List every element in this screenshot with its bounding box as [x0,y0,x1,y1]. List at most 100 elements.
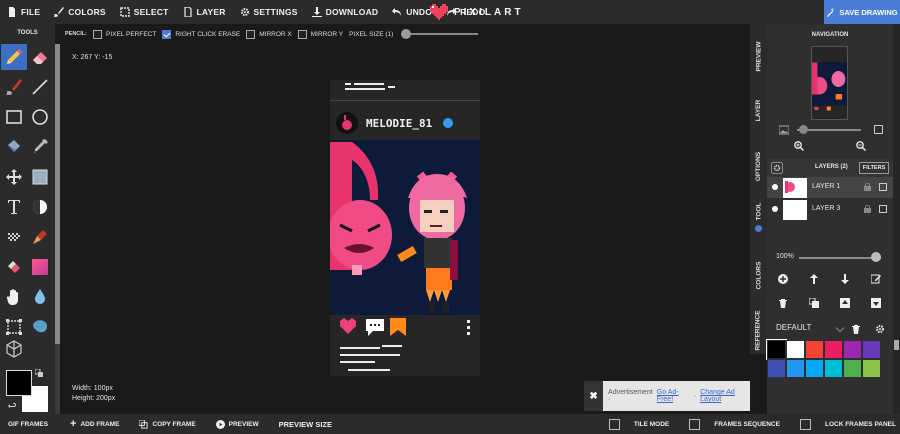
layer-select-checkbox[interactable] [879,183,887,191]
brand-logo[interactable]: PIXILART [430,0,524,24]
tool-cube-3d[interactable] [1,336,27,362]
add-layer-button[interactable] [776,272,790,286]
copy-frame-button[interactable]: COPY FRAME [129,419,205,429]
palette-swatch[interactable] [862,359,881,378]
right-click-erase-checkbox[interactable] [162,29,172,39]
pixel-size-slider-knob[interactable] [401,29,412,39]
frames-sequence-checkbox[interactable] [689,418,701,430]
layer-select-checkbox[interactable] [879,205,887,213]
tab-tool[interactable]: TOOL [750,200,767,222]
palette-swatch[interactable] [824,359,843,378]
layer-opacity-slider[interactable] [799,257,881,259]
filters-button[interactable]: FILTERS [859,162,889,174]
tool-lasso[interactable] [27,314,53,340]
mirror-x-option[interactable]: MIRROR X [246,29,292,39]
preview-size-select[interactable]: PREVIEW SIZE [269,420,342,429]
lock-icon[interactable] [863,183,872,191]
save-drawing-button[interactable]: SAVE DRAWING [824,0,900,24]
duplicate-layer-button[interactable] [807,296,821,310]
palette-name-select[interactable]: DEFAULT [776,323,811,332]
right-click-erase-option[interactable]: RIGHT CLICK ERASE [162,29,240,39]
primary-color-swatch[interactable] [6,370,32,396]
pixel-perfect-checkbox[interactable] [93,29,102,39]
swap-colors-icon[interactable] [35,369,43,377]
layer-visibility-toggle[interactable] [772,206,778,212]
go-ad-free-link[interactable]: Go Ad-Free! [657,389,690,403]
delete-layer-button[interactable] [776,296,790,310]
lock-icon[interactable] [863,205,872,213]
tool-line[interactable] [27,74,53,100]
chevron-down-icon[interactable] [835,323,845,333]
lock-frames-panel-option[interactable]: LOCK FRAMES PANEL [790,418,900,430]
navigation-fit-checkbox[interactable] [874,125,883,134]
tab-reference[interactable]: REFERENCE [750,306,767,354]
palette-swatch[interactable] [786,340,805,359]
tool-pencil[interactable] [1,44,27,70]
tab-preview[interactable]: PREVIEW [750,30,767,82]
palette-swatch[interactable] [805,359,824,378]
navigation-zoom-knob[interactable] [799,125,808,134]
palette-swatch[interactable] [843,340,862,359]
palette-swatch[interactable] [767,359,786,378]
edit-layer-button[interactable] [869,272,883,286]
move-layer-down-button[interactable] [838,272,852,286]
reset-colors-icon[interactable] [8,401,18,411]
gear-icon[interactable] [875,324,885,334]
palette-swatch[interactable] [843,359,862,378]
mirror-y-option[interactable]: MIRROR Y [297,29,343,39]
tool-gradient[interactable] [1,254,27,280]
palette-swatch[interactable] [786,359,805,378]
layer-settings-button[interactable] [771,162,783,174]
zoom-out-icon[interactable] [856,141,866,151]
tile-mode-checkbox[interactable] [608,418,620,430]
tool-move[interactable] [1,164,27,190]
right-panel-scrollbar-thumb[interactable] [894,340,899,350]
layer-row[interactable]: LAYER 1 [767,177,893,198]
tile-mode-option[interactable]: TILE MODE [599,418,679,430]
menu-file[interactable]: FILE [0,0,47,24]
mirror-x-checkbox[interactable] [246,29,256,39]
tool-rectangle[interactable] [1,104,27,130]
menu-colors[interactable]: COLORS [47,0,113,24]
tab-options[interactable]: OPTIONS [750,142,767,190]
change-ad-layout-link[interactable]: Change Ad Layout [700,389,750,403]
menu-settings[interactable]: SETTINGS [233,0,305,24]
pixel-perfect-option[interactable]: PIXEL PERFECT [93,29,156,39]
add-frame-button[interactable]: + ADD FRAME [60,418,129,430]
navigation-preview[interactable] [811,46,848,120]
tool-dither[interactable] [1,224,27,250]
layer-visibility-toggle[interactable] [772,184,778,190]
frames-sequence-option[interactable]: FRAMES SEQUENCE [679,418,790,430]
palette-swatch[interactable] [862,340,881,359]
tool-fill-bucket[interactable] [1,134,27,160]
menu-layer[interactable]: LAYER [176,0,233,24]
tool-eraser[interactable] [27,44,53,70]
tool-pan[interactable] [1,284,27,310]
tool-stamp[interactable] [27,224,53,250]
lock-frames-panel-checkbox[interactable] [799,418,811,430]
drawing-canvas[interactable]: MELODIE_81 [328,80,480,376]
tool-shading[interactable] [27,194,53,220]
tools-scrollbar-thumb[interactable] [55,44,60,344]
tool-brush[interactable] [1,74,27,100]
close-ad-button[interactable]: ✖ [584,381,604,411]
layer-row[interactable]: LAYER 3 [767,199,893,220]
zoom-in-icon[interactable] [794,141,804,151]
tools-scrollbar[interactable] [55,44,60,414]
merge-layer-down-button[interactable] [869,296,883,310]
menu-select[interactable]: SELECT [113,0,176,24]
tool-blur[interactable] [27,284,53,310]
palette-swatch[interactable] [824,340,843,359]
gif-frames-tab[interactable]: GIF FRAMES [0,421,60,428]
layer-opacity-knob[interactable] [871,252,881,262]
tab-colors[interactable]: COLORS [750,252,767,298]
tool-ellipse[interactable] [27,104,53,130]
palette-swatch[interactable] [805,340,824,359]
tool-select-rectangle[interactable] [27,164,53,190]
trash-icon[interactable] [851,324,861,334]
mirror-y-checkbox[interactable] [297,29,307,39]
palette-swatch[interactable] [766,339,787,360]
tool-text[interactable] [1,194,27,220]
preview-button[interactable]: PREVIEW [206,419,269,429]
tool-eyedropper[interactable] [27,134,53,160]
